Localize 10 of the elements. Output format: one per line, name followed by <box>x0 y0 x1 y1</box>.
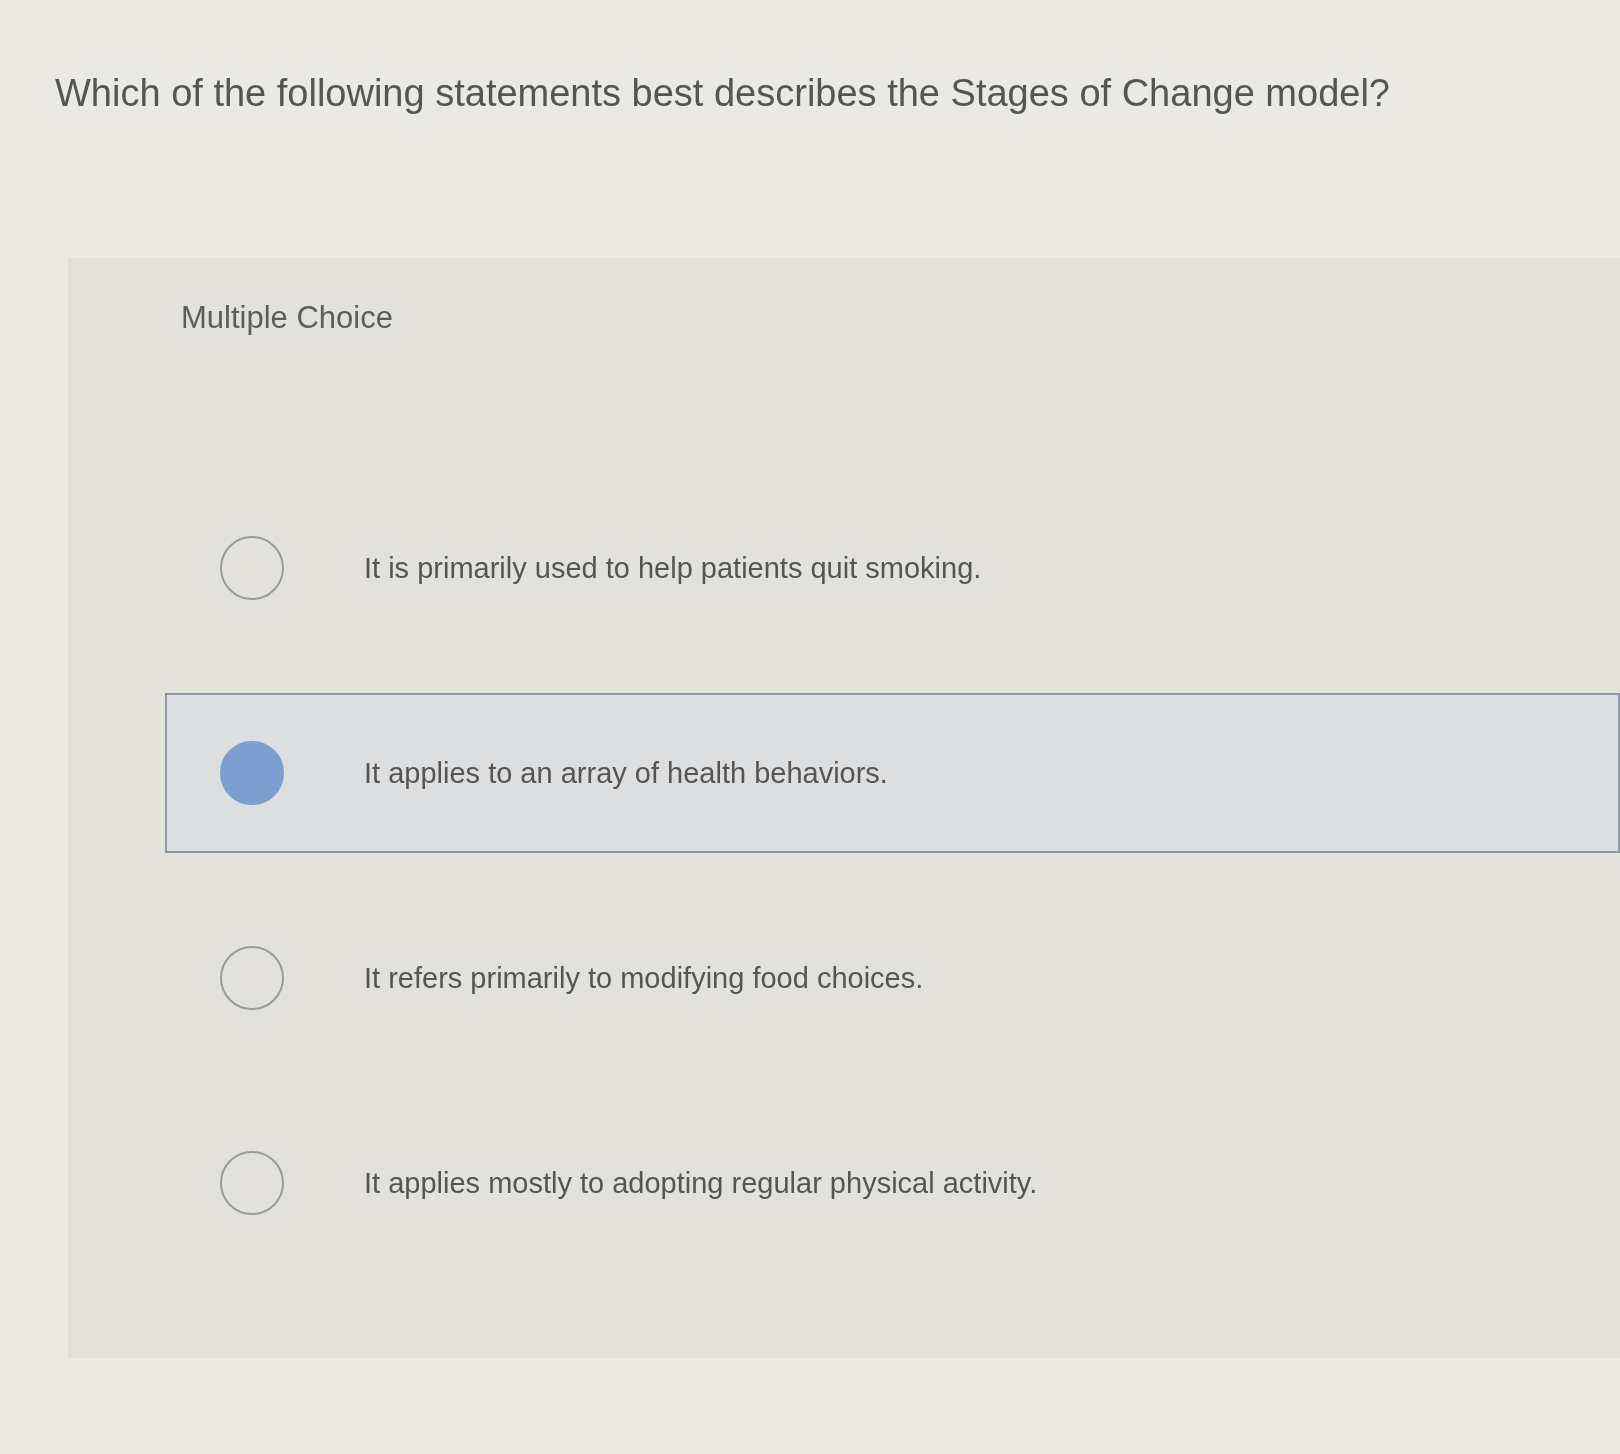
option-text: It applies mostly to adopting regular physical activity. <box>364 1166 1038 1201</box>
option-text: It is primarily used to help patients quit smoking. <box>364 551 982 586</box>
radio-button[interactable] <box>220 1151 284 1215</box>
selected-option-highlight[interactable]: It applies to an array of health behaviors. <box>165 693 1620 853</box>
question-text: Which of the following statements best describes the Stages of Change model? <box>55 71 1390 116</box>
question-type-label: Multiple Choice <box>181 299 393 337</box>
radio-button[interactable] <box>220 946 284 1010</box>
radio-button[interactable] <box>220 536 284 600</box>
option-text: It applies to an array of health behaviors. <box>364 756 888 791</box>
option-text: It refers primarily to modifying food choices. <box>364 961 924 996</box>
